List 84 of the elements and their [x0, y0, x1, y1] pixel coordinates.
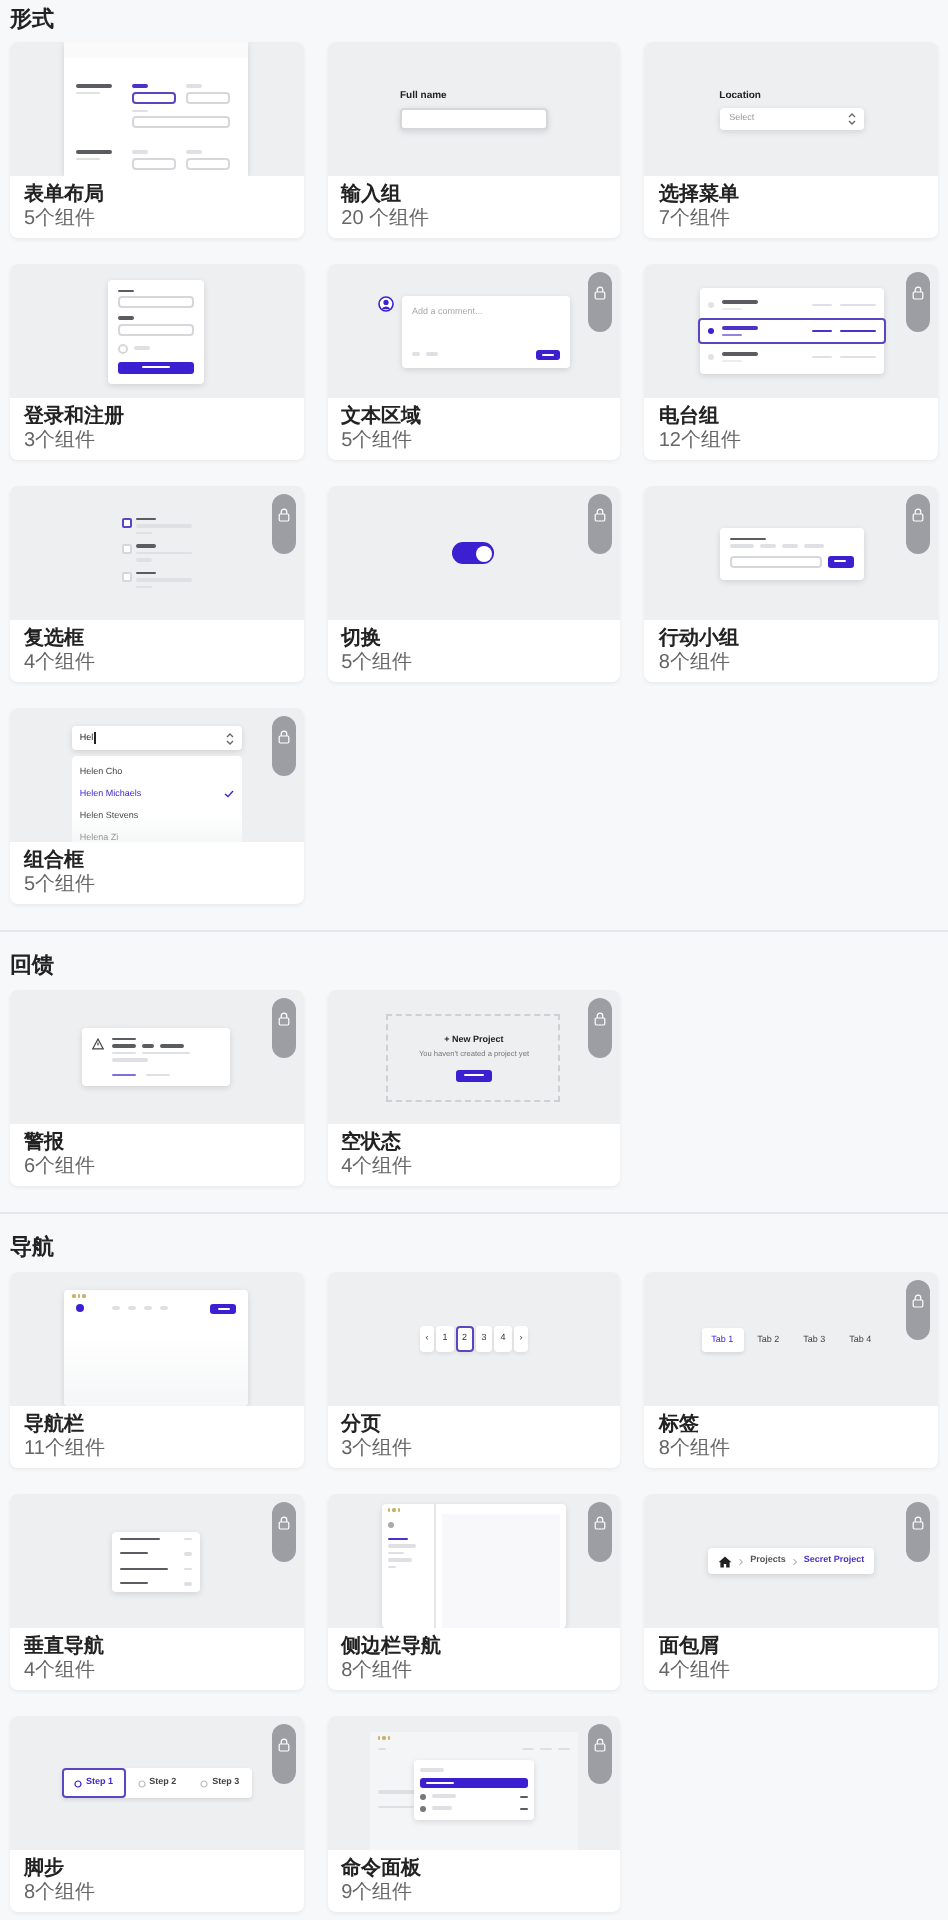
component-count: 4个组件	[658, 1660, 732, 1684]
vertical-nav-drawing	[112, 1531, 201, 1591]
lock-icon	[594, 1012, 607, 1026]
component-card[interactable]: 侧边栏导航 8个组件	[327, 1494, 621, 1690]
component-count: 11个组件	[24, 1438, 107, 1462]
card-title: 组合框	[24, 850, 86, 874]
card-title: 文本区域	[341, 406, 424, 430]
component-count: 8个组件	[658, 1438, 732, 1462]
component-count: 7个组件	[658, 208, 732, 232]
chevron-right-icon	[738, 1557, 745, 1565]
card-title: 标签	[658, 1414, 701, 1438]
section-heading: 回馈	[10, 952, 56, 980]
new-project-button[interactable]	[455, 1069, 492, 1081]
lock-icon	[594, 508, 607, 522]
section-heading: 导航	[10, 1234, 56, 1262]
step-icon	[200, 1779, 209, 1787]
card-title: 空状态	[341, 1132, 404, 1156]
component-card[interactable]: 复选框 4个组件	[10, 486, 304, 682]
checkbox-list-drawing	[121, 517, 192, 589]
lock-icon	[912, 286, 924, 300]
component-count: 5个组件	[341, 430, 415, 454]
user-avatar-icon	[377, 295, 394, 311]
component-count: 4个组件	[24, 652, 98, 676]
lock-icon	[277, 1012, 290, 1026]
component-count: 9个组件	[341, 1882, 415, 1906]
component-count: 3个组件	[24, 430, 98, 454]
card-title: 垂直导航	[24, 1636, 106, 1660]
lock-icon	[277, 1516, 290, 1530]
toggle-switch[interactable]	[452, 542, 495, 564]
component-card[interactable]: 警报 6个组件	[10, 990, 304, 1186]
component-card[interactable]: 表单布局 5个组件	[10, 42, 304, 238]
component-count: 4个组件	[341, 1156, 415, 1180]
component-count: 5个组件	[341, 652, 415, 676]
card-title: 表单布局	[24, 184, 106, 208]
component-count: 4个组件	[24, 1660, 98, 1684]
lock-icon	[912, 1516, 924, 1530]
lock-icon	[277, 1738, 290, 1752]
component-count: 20 个组件	[341, 208, 432, 232]
component-count: 8个组件	[658, 652, 732, 676]
component-card[interactable]: 登录和注册 3个组件	[10, 264, 304, 460]
lock-icon	[594, 1738, 607, 1752]
component-card[interactable]: 行动小组 8个组件	[644, 486, 938, 682]
component-card[interactable]: 导航栏 11个组件	[10, 1272, 304, 1468]
input-field[interactable]	[399, 107, 548, 129]
card-title: 面包屑	[658, 1636, 721, 1660]
component-card[interactable]: 切换 5个组件	[327, 486, 621, 682]
card-title: 输入组	[341, 184, 404, 208]
lock-icon	[594, 286, 607, 300]
component-card[interactable]: 电台组 12个组件	[644, 264, 938, 460]
step-icon	[74, 1779, 83, 1787]
lock-icon	[277, 508, 290, 522]
component-card[interactable]: 垂直导航 4个组件	[10, 1494, 304, 1690]
card-title: 选择菜单	[658, 184, 741, 208]
component-count: 3个组件	[341, 1438, 415, 1462]
chevron-right-icon	[791, 1557, 798, 1565]
card-title: 警报	[24, 1132, 66, 1156]
card-title: 切换	[341, 628, 384, 652]
component-count: 6个组件	[24, 1156, 98, 1180]
card-title: 脚步	[24, 1858, 66, 1882]
chevron-icon	[223, 729, 236, 747]
chevron-icon	[845, 109, 858, 127]
login-form-drawing	[108, 279, 205, 383]
lock-icon	[277, 730, 290, 744]
card-title: 分页	[341, 1414, 384, 1438]
card-title: 命令面板	[341, 1858, 424, 1882]
component-count: 5个组件	[24, 208, 98, 232]
component-count: 5个组件	[24, 874, 98, 898]
card-title: 侧边栏导航	[341, 1636, 444, 1660]
home-icon	[718, 1555, 733, 1567]
card-title: 行动小组	[658, 628, 741, 652]
lock-icon	[912, 508, 924, 522]
step-icon	[137, 1779, 146, 1787]
lock-icon	[594, 1516, 607, 1530]
component-count: 8个组件	[341, 1660, 415, 1684]
card-title: 电台组	[658, 406, 721, 430]
card-title: 导航栏	[24, 1414, 86, 1438]
component-count: 12个组件	[658, 430, 743, 454]
card-title: 登录和注册	[24, 406, 126, 430]
component-count: 8个组件	[24, 1882, 98, 1906]
section-heading: 形式	[10, 6, 56, 34]
lock-icon	[912, 1294, 924, 1308]
check-icon	[223, 789, 234, 797]
card-title: 复选框	[24, 628, 86, 652]
component-card[interactable]: 命令面板 9个组件	[327, 1716, 621, 1912]
